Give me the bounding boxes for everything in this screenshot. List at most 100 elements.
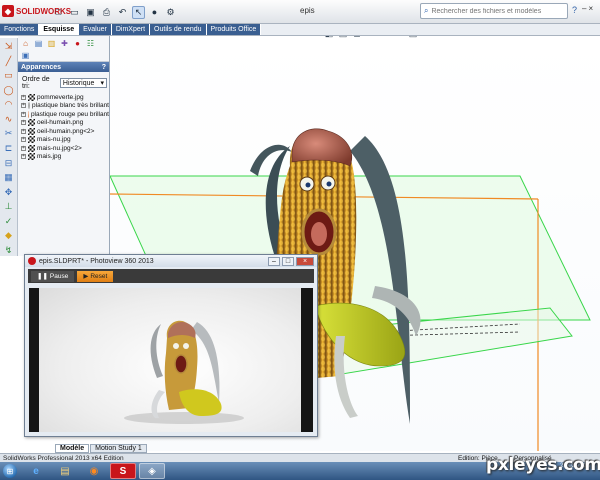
hide-show-icon[interactable]: ◐: [366, 36, 376, 39]
move-icon[interactable]: ✥: [3, 186, 15, 198]
display-style-icon[interactable]: ◼: [352, 36, 362, 39]
list-item[interactable]: + oeil-humain.png<2>: [21, 127, 109, 136]
open-icon[interactable]: ▭: [68, 6, 81, 19]
window-controls: – ×: [582, 4, 593, 13]
expand-icon[interactable]: +: [21, 145, 26, 151]
relations-icon[interactable]: ⊥: [3, 201, 15, 213]
list-item[interactable]: + pommeverte.jpg: [21, 93, 109, 102]
ie-icon[interactable]: e: [23, 463, 49, 479]
sort-row: Ordre de tri: Historique ▾: [18, 72, 109, 93]
zoom-to-fit-icon[interactable]: ⌕: [282, 36, 292, 39]
tab-outils-de-rendu[interactable]: Outils de rendu: [150, 24, 207, 35]
line-icon[interactable]: ╱: [3, 56, 15, 68]
mirror-icon[interactable]: ⊟: [3, 157, 15, 169]
edit-appearance-icon[interactable]: ●: [380, 36, 390, 39]
photoview-icon[interactable]: ◈: [139, 463, 165, 479]
list-item[interactable]: + mais-nu.jpg<2>: [21, 144, 109, 153]
left-pupil: [305, 182, 311, 188]
expand-icon[interactable]: +: [21, 103, 26, 109]
options-icon[interactable]: ⚙: [164, 6, 177, 19]
search-box[interactable]: ⌕: [420, 3, 568, 19]
list-item[interactable]: + mais-nu.jpg: [21, 136, 109, 145]
pattern-icon[interactable]: ▦: [3, 172, 15, 184]
pane-help-icon[interactable]: ?: [102, 64, 106, 71]
new-icon[interactable]: □: [52, 6, 65, 19]
view-palette-icon[interactable]: ✚: [59, 38, 70, 48]
smart-dimension-icon[interactable]: ⇲: [3, 41, 15, 53]
arc-icon[interactable]: ◠: [3, 99, 15, 111]
plastic-swatch-icon: [27, 102, 31, 110]
file-explorer-icon[interactable]: ▥: [46, 38, 57, 48]
sort-order-select[interactable]: Historique ▾: [59, 78, 107, 88]
title-bar: ◆ SOLIDWORKS □ ▭ ▣ ⎙ ↶ ↖ ● ⚙ epis ⌕ ? – …: [0, 0, 600, 24]
minimize-icon[interactable]: –: [582, 4, 586, 13]
tab-fonctions[interactable]: Fonctions: [0, 24, 40, 35]
tab-motion-study[interactable]: Motion Study 1: [90, 444, 147, 453]
heads-up-view-toolbar: ⌕ ⌕ ↩ ◧ ▣ ◼ ◐ ● ◒ ▤: [282, 36, 418, 39]
list-item[interactable]: + plastique rouge peu brillant: [21, 110, 109, 119]
resources-icon[interactable]: ⌂: [20, 38, 31, 48]
zoom-area-icon[interactable]: ⌕: [296, 36, 306, 39]
list-item[interactable]: + mais.jpg: [21, 153, 109, 162]
appearances-icon[interactable]: ●: [72, 38, 83, 48]
photoview-titlebar[interactable]: epis.SLDPRT* - Photoview 360 2013 – □ ×: [25, 255, 317, 267]
expand-icon[interactable]: +: [21, 154, 26, 160]
texture-swatch-icon: [28, 119, 35, 127]
expand-icon[interactable]: +: [21, 111, 26, 117]
right-pupil: [326, 181, 332, 187]
section-view-icon[interactable]: ◧: [324, 36, 334, 39]
pause-button[interactable]: ❚❚ Pause: [31, 270, 75, 282]
close-icon[interactable]: ×: [588, 4, 593, 13]
list-item[interactable]: + oeil-humain.png: [21, 119, 109, 128]
folder-icon[interactable]: ▤: [52, 463, 78, 479]
rapid-sketch-icon[interactable]: ↯: [3, 244, 15, 256]
list-item[interactable]: + plastique blanc très brillant: [21, 102, 109, 111]
previous-view-icon[interactable]: ↩: [310, 36, 320, 39]
tab-modele[interactable]: Modèle: [55, 444, 90, 453]
tab-dimxpert[interactable]: DimXpert: [111, 24, 151, 35]
undo-icon[interactable]: ↶: [116, 6, 129, 19]
custom-properties-icon[interactable]: ☷: [85, 38, 96, 48]
spline-icon[interactable]: ∿: [3, 114, 15, 126]
pane-header: Apparences ?: [18, 62, 109, 72]
firefox-icon[interactable]: ◉: [81, 463, 107, 479]
photoview-toolbar: ❚❚ Pause ▶ Reset: [28, 269, 314, 283]
close-icon[interactable]: ×: [296, 256, 314, 266]
tab-evaluer[interactable]: Evaluer: [79, 24, 112, 35]
photoview-window[interactable]: epis.SLDPRT* - Photoview 360 2013 – □ × …: [24, 254, 318, 437]
design-library-icon[interactable]: ▤: [33, 38, 44, 48]
decals-icon[interactable]: ▣: [20, 50, 31, 60]
render-stage: [39, 288, 301, 432]
quick-snaps-icon[interactable]: ◆: [3, 230, 15, 242]
item-label: oeil-humain.png: [37, 119, 84, 127]
circle-icon[interactable]: ◯: [3, 85, 15, 97]
search-input[interactable]: [431, 7, 562, 15]
trim-icon[interactable]: ✂: [3, 128, 15, 140]
view-orientation-icon[interactable]: ▣: [338, 36, 348, 39]
print-icon[interactable]: ⎙: [100, 6, 113, 19]
help-icon[interactable]: ?: [572, 5, 577, 15]
texture-swatch-icon: [28, 127, 35, 135]
minimize-icon[interactable]: –: [268, 256, 280, 266]
item-label: mais.jpg: [37, 153, 62, 161]
apply-scene-icon[interactable]: ◒: [394, 36, 404, 39]
watermark: pxleyes.com: [486, 455, 600, 475]
rectangle-icon[interactable]: ▭: [3, 70, 15, 82]
tab-esquisse[interactable]: Esquisse: [39, 24, 80, 35]
select-icon[interactable]: ↖: [132, 5, 145, 19]
tab-produits-office[interactable]: Produits Office: [206, 24, 262, 35]
appearance-list: + pommeverte.jpg + plastique blanc très br…: [18, 93, 109, 161]
expand-icon[interactable]: +: [21, 120, 26, 126]
save-icon[interactable]: ▣: [84, 6, 97, 19]
view-settings-icon[interactable]: ▤: [408, 36, 418, 39]
expand-icon[interactable]: +: [21, 137, 26, 143]
offset-icon[interactable]: ⊏: [3, 143, 15, 155]
repair-icon[interactable]: ✓: [3, 215, 15, 227]
rebuild-icon[interactable]: ●: [148, 6, 161, 19]
expand-icon[interactable]: +: [21, 94, 26, 100]
start-button[interactable]: ⊞: [0, 462, 20, 480]
expand-icon[interactable]: +: [21, 128, 26, 134]
maximize-icon[interactable]: □: [282, 256, 294, 266]
solidworks-icon[interactable]: S: [110, 463, 136, 479]
reset-button[interactable]: ▶ Reset: [77, 270, 114, 282]
